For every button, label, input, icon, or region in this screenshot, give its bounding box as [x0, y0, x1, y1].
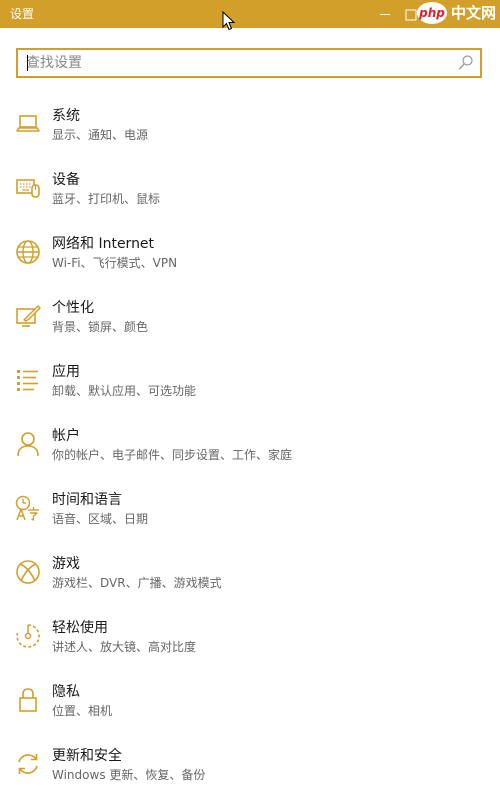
- globe-icon: [14, 238, 42, 266]
- setting-title: 轻松使用: [52, 620, 108, 636]
- setting-item-update-security[interactable]: 更新和安全 Windows 更新、恢复、备份: [0, 744, 500, 808]
- setting-title: 设备: [52, 172, 80, 188]
- window-title: 设置: [10, 7, 35, 21]
- setting-description: 蓝牙、打印机、鼠标: [52, 192, 161, 206]
- setting-description: 你的帐户、电子邮件、同步设置、工作、家庭: [52, 448, 293, 462]
- settings-category-list: 系统 显示、通知、电源 设备 蓝牙、打印机、鼠标 网络和 Internet Wi…: [0, 104, 500, 808]
- minimize-button[interactable]: [378, 7, 392, 21]
- setting-description: 语音、区域、日期: [52, 512, 149, 526]
- setting-title: 个性化: [52, 300, 94, 316]
- search-box[interactable]: [16, 48, 482, 78]
- personalization-icon: [14, 302, 42, 330]
- setting-title: 帐户: [52, 428, 80, 444]
- setting-description: 背景、锁屏、颜色: [52, 320, 149, 334]
- person-icon: [14, 430, 42, 458]
- setting-item-privacy[interactable]: 隐私 位置、相机: [0, 680, 500, 744]
- search-icon[interactable]: [458, 54, 474, 72]
- search-input[interactable]: [26, 54, 446, 72]
- setting-item-apps[interactable]: 应用 卸载、默认应用、可选功能: [0, 360, 500, 424]
- setting-title: 系统: [52, 108, 80, 124]
- mouse-cursor-icon: [222, 11, 236, 31]
- ease-of-access-icon: [14, 622, 42, 650]
- watermark-badge: php: [417, 2, 447, 24]
- setting-item-network[interactable]: 网络和 Internet Wi-Fi、飞行模式、VPN: [0, 232, 500, 296]
- setting-item-personalization[interactable]: 个性化 背景、锁屏、颜色: [0, 296, 500, 360]
- setting-title: 时间和语言: [52, 492, 122, 508]
- setting-item-time-language[interactable]: 时间和语言 语音、区域、日期: [0, 488, 500, 552]
- text-caret: [27, 55, 28, 71]
- settings-window: 设置 php 中文网 查找设置 系统 显示、通知、电源 设备 蓝牙、打印机、鼠标…: [0, 0, 500, 812]
- watermark-text: 中文网: [451, 4, 497, 22]
- setting-description: 位置、相机: [52, 704, 113, 718]
- xbox-icon: [14, 558, 42, 586]
- setting-title: 网络和 Internet: [52, 236, 155, 252]
- setting-item-system[interactable]: 系统 显示、通知、电源: [0, 104, 500, 168]
- setting-description: 卸载、默认应用、可选功能: [52, 384, 197, 398]
- setting-description: Windows 更新、恢复、备份: [52, 768, 206, 782]
- apps-list-icon: [14, 366, 42, 394]
- title-bar[interactable]: 设置 php 中文网: [0, 0, 500, 31]
- setting-item-ease-of-access[interactable]: 轻松使用 讲述人、放大镜、高对比度: [0, 616, 500, 680]
- devices-icon: [14, 174, 42, 202]
- laptop-icon: [14, 110, 42, 138]
- watermark-logo: php 中文网: [417, 1, 497, 25]
- maximize-icon: [405, 9, 417, 21]
- lock-icon: [14, 686, 42, 714]
- setting-title: 游戏: [52, 556, 80, 572]
- setting-description: Wi-Fi、飞行模式、VPN: [52, 256, 178, 270]
- setting-description: 显示、通知、电源: [52, 128, 149, 142]
- time-language-icon: [14, 494, 42, 522]
- setting-item-gaming[interactable]: 游戏 游戏栏、DVR、广播、游戏模式: [0, 552, 500, 616]
- setting-title: 更新和安全: [52, 748, 122, 764]
- setting-description: 游戏栏、DVR、广播、游戏模式: [52, 576, 222, 590]
- maximize-button[interactable]: [404, 7, 418, 21]
- setting-item-accounts[interactable]: 帐户 你的帐户、电子邮件、同步设置、工作、家庭: [0, 424, 500, 488]
- setting-title: 应用: [52, 364, 80, 380]
- setting-title: 隐私: [52, 684, 80, 700]
- setting-item-devices[interactable]: 设备 蓝牙、打印机、鼠标: [0, 168, 500, 232]
- sync-icon: [14, 750, 42, 778]
- setting-description: 讲述人、放大镜、高对比度: [52, 640, 197, 654]
